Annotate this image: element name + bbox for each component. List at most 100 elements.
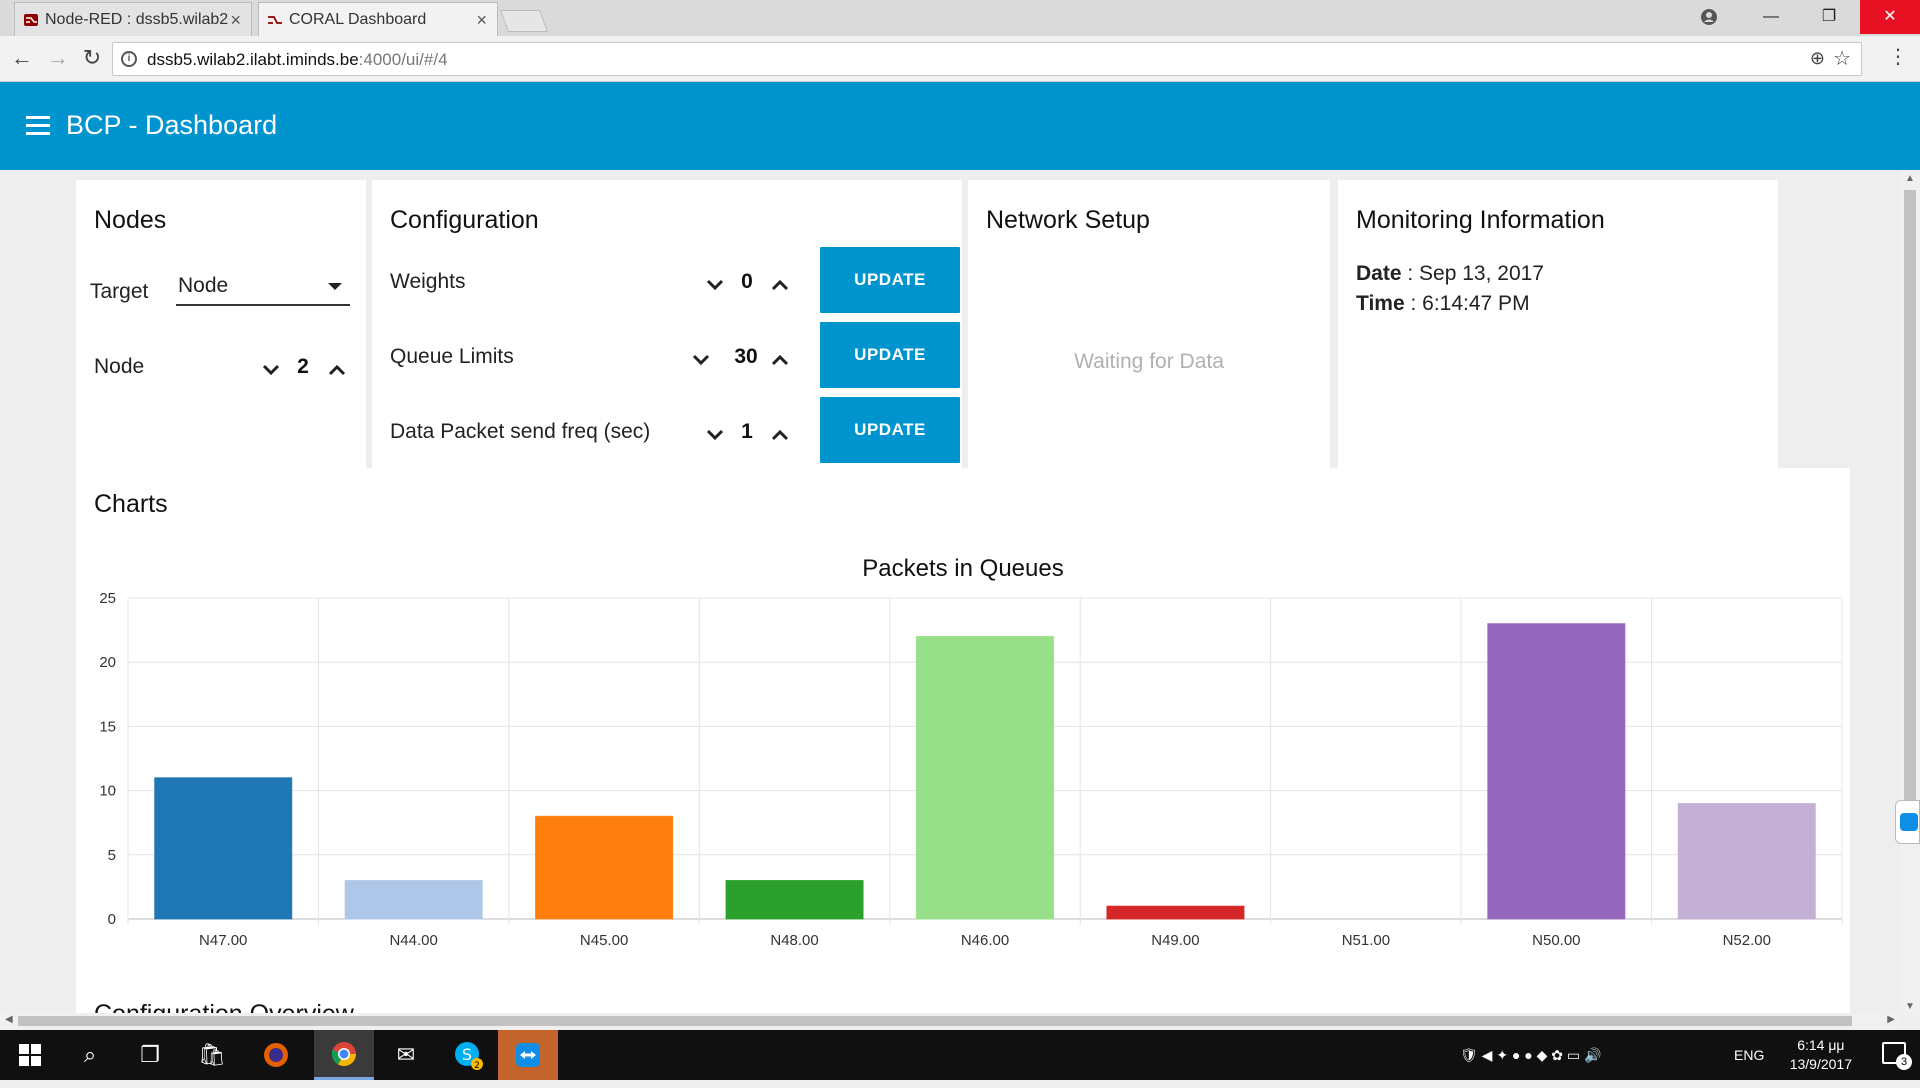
monitoring-date: Date : Sep 13, 2017 xyxy=(1356,262,1544,285)
chart-bar xyxy=(1487,623,1626,920)
scroll-right-arrow-icon[interactable]: ▶ xyxy=(1887,1014,1895,1025)
hamburger-menu-icon[interactable] xyxy=(26,116,50,136)
tray-icons[interactable]: 🛡 ◀ ✦ ● ● ◆ ✿ ▭ 🔊 xyxy=(1460,1030,1601,1080)
scroll-up-arrow-icon[interactable]: ▲ xyxy=(1905,173,1915,184)
configuration-card: Configuration Weights 0 UPDATE Queue Lim… xyxy=(372,180,962,472)
network-setup-card-title: Network Setup xyxy=(986,206,1150,234)
page-title: BCP - Dashboard xyxy=(66,110,278,140)
node-red-favicon-icon xyxy=(268,16,282,24)
queue-limits-decrement-chevron-down-icon[interactable] xyxy=(686,348,716,372)
close-window-icon[interactable]: ✕ xyxy=(1860,0,1920,34)
packet-freq-label: Data Packet send freq (sec) xyxy=(390,420,651,443)
network-setup-card: Network Setup Waiting for Data xyxy=(968,180,1330,472)
x-tick-label: N46.00 xyxy=(961,932,1009,949)
charts-card: Charts Packets in Queues 0 5 10 15 20 25 N47.0… xyxy=(76,468,1850,978)
url-text: dssb5.wilab2.ilabt.iminds.be:4000/ui/#/4 xyxy=(147,50,448,69)
queue-limits-update-button[interactable]: UPDATE xyxy=(820,322,960,388)
back-arrow-icon[interactable]: ← xyxy=(8,44,36,72)
target-label: Target xyxy=(90,280,149,303)
x-tick-label: N52.00 xyxy=(1723,932,1771,949)
address-bar[interactable]: i dssb5.wilab2.ilabt.iminds.be:4000/ui/#… xyxy=(112,42,1862,76)
new-tab-button[interactable] xyxy=(499,10,549,32)
search-icon[interactable]: ⌕ xyxy=(60,1030,120,1080)
weights-label: Weights xyxy=(390,270,466,293)
x-tick-label: N44.00 xyxy=(389,932,437,949)
skype-icon[interactable]: S2 xyxy=(438,1030,498,1080)
browser-tab-coral-dashboard[interactable]: CORAL Dashboard × xyxy=(258,2,498,36)
teamviewer-icon[interactable] xyxy=(498,1030,558,1080)
windows-start-icon[interactable] xyxy=(0,1030,60,1080)
browser-tab-node-red[interactable]: Node-RED : dssb5.wilab2 × xyxy=(14,2,252,36)
mail-icon[interactable]: ✉ xyxy=(376,1030,436,1080)
nodes-card: Nodes Target Node Node 2 xyxy=(76,180,366,472)
x-tick-label: N50.00 xyxy=(1532,932,1580,949)
weights-update-button[interactable]: UPDATE xyxy=(820,247,960,313)
forward-arrow-icon[interactable]: → xyxy=(44,44,72,72)
node-decrement-chevron-down-icon[interactable] xyxy=(256,358,286,382)
dropdown-caret-icon xyxy=(328,283,342,290)
chart-bar xyxy=(535,815,674,920)
queue-limits-label: Queue Limits xyxy=(390,345,514,368)
chart-bar xyxy=(725,879,864,920)
target-dropdown[interactable]: Node xyxy=(176,270,350,306)
y-tick-label: 0 xyxy=(108,911,116,928)
store-icon[interactable]: 🛍 xyxy=(182,1030,242,1080)
horizontal-scrollbar[interactable]: ◀ ▶ xyxy=(0,1013,1900,1029)
node-increment-chevron-up-icon[interactable] xyxy=(322,358,352,382)
reload-icon[interactable]: ↻ xyxy=(78,44,106,72)
chart-bar xyxy=(1677,802,1816,920)
y-tick-label: 20 xyxy=(99,654,116,671)
packet-freq-value: 1 xyxy=(741,420,753,443)
tab-label: Node-RED : dssb5.wilab2 xyxy=(45,11,229,28)
y-tick-label: 25 xyxy=(99,590,116,607)
chrome-menu-icon[interactable]: ⋮ xyxy=(1888,44,1908,69)
vertical-scrollbar[interactable]: ▲ ▼ xyxy=(1900,170,1920,1015)
x-tick-label: N51.00 xyxy=(1342,932,1390,949)
browser-toolbar: ← → ↻ i dssb5.wilab2.ilabt.iminds.be:400… xyxy=(0,36,1920,82)
horizontal-scroll-thumb[interactable] xyxy=(18,1016,1852,1026)
weights-decrement-chevron-down-icon[interactable] xyxy=(700,273,730,297)
packet-freq-increment-chevron-up-icon[interactable] xyxy=(765,423,795,447)
monitoring-time: Time : 6:14:47 PM xyxy=(1356,292,1530,315)
system-clock[interactable]: 6:14 μμ 13/9/2017 xyxy=(1790,1036,1852,1074)
browser-tab-strip: Node-RED : dssb5.wilab2 × CORAL Dashboar… xyxy=(0,0,1920,36)
vertical-scroll-thumb[interactable] xyxy=(1904,190,1916,800)
node-value: 2 xyxy=(297,355,309,378)
task-view-icon[interactable]: ❐ xyxy=(120,1030,180,1080)
y-tick-label: 10 xyxy=(99,783,116,800)
firefox-icon[interactable] xyxy=(246,1030,306,1080)
weights-increment-chevron-up-icon[interactable] xyxy=(765,273,795,297)
chart-bar xyxy=(154,777,293,920)
tab-close-icon[interactable]: × xyxy=(476,3,487,36)
monitoring-card: Monitoring Information Date : Sep 13, 20… xyxy=(1338,180,1778,472)
restore-icon[interactable]: ❐ xyxy=(1806,0,1852,34)
language-indicator[interactable]: ENG xyxy=(1734,1030,1764,1080)
scroll-down-arrow-icon[interactable]: ▼ xyxy=(1905,1001,1915,1012)
teamviewer-side-panel-icon[interactable] xyxy=(1895,800,1920,844)
scroll-left-arrow-icon[interactable]: ◀ xyxy=(5,1014,13,1025)
chart-bar xyxy=(1106,905,1245,920)
chrome-icon[interactable] xyxy=(314,1030,374,1080)
node-red-favicon-icon xyxy=(24,14,38,26)
action-center-notification-icon[interactable]: 3 xyxy=(1882,1042,1912,1070)
bookmark-star-icon[interactable]: ☆ xyxy=(1833,46,1851,71)
x-tick-label: N48.00 xyxy=(770,932,818,949)
minimize-icon[interactable]: — xyxy=(1748,0,1794,34)
packet-freq-decrement-chevron-down-icon[interactable] xyxy=(700,423,730,447)
x-tick-label: N47.00 xyxy=(199,932,247,949)
packet-freq-update-button[interactable]: UPDATE xyxy=(820,397,960,463)
weights-value: 0 xyxy=(741,270,753,293)
windows-taskbar: ⌕ ❐ 🛍 ✉ S2 🛡 ◀ ✦ ● ● ◆ ✿ ▭ 🔊 ENG 6:14 μμ… xyxy=(0,1030,1920,1080)
nodes-card-title: Nodes xyxy=(94,206,167,234)
zoom-icon[interactable]: ⊕ xyxy=(1810,48,1825,69)
profile-icon[interactable] xyxy=(1686,0,1732,34)
monitoring-card-title: Monitoring Information xyxy=(1356,206,1605,234)
queue-limits-increment-chevron-up-icon[interactable] xyxy=(765,348,795,372)
tab-close-icon[interactable]: × xyxy=(230,3,241,36)
site-info-icon[interactable]: i xyxy=(121,51,137,67)
x-tick-label: N49.00 xyxy=(1151,932,1199,949)
node-label: Node xyxy=(94,355,145,378)
configuration-overview-card: Configuration Overview xyxy=(76,978,1850,1015)
tab-label: CORAL Dashboard xyxy=(289,11,427,28)
packets-in-queues-chart: 0 5 10 15 20 25 N47.00 N44.00 N45.00 N48.00 N46.00… xyxy=(99,590,1843,949)
